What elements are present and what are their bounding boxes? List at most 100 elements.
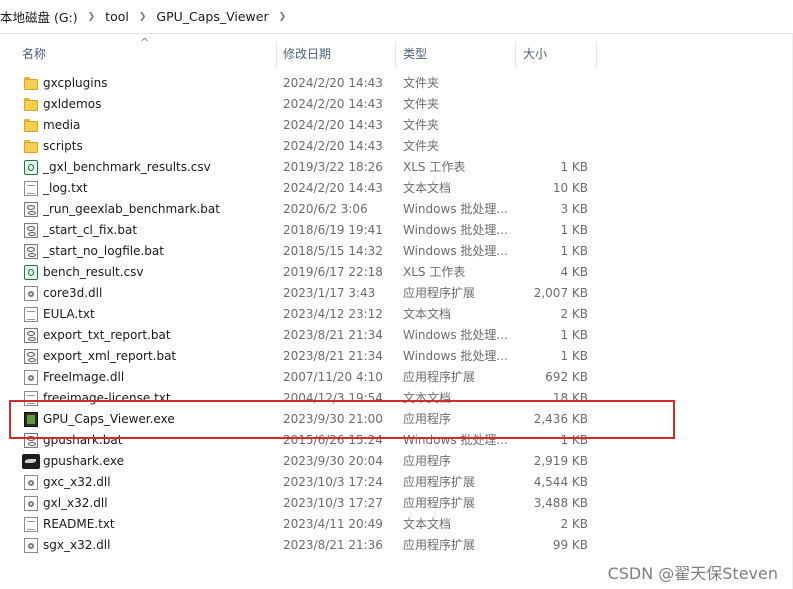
file-type: 文件夹 [403,76,440,90]
file-modified-date: 2018/5/15 14:32 [283,244,383,258]
folder-icon [24,76,38,91]
file-modified-date: 2018/6/19 19:41 [283,223,383,237]
file-type: 应用程序 [403,454,452,468]
file-row[interactable]: media 2024/2/20 14:43 文件夹 [0,115,620,136]
file-name: gpushark.exe [43,454,125,468]
file-type: 文本文档 [403,517,452,531]
column-header-size[interactable]: 大小 [523,42,547,66]
file-modified-date: 2015/6/26 15:24 [283,433,383,447]
file-row[interactable]: EULA.txt 2023/4/12 23:12 文本文档 2 KB [0,304,620,325]
file-modified-date: 2023/8/21 21:36 [283,538,383,552]
file-row[interactable]: gpushark.bat 2015/6/26 15:24 Windows 批处理..… [0,430,620,451]
file-name: bench_result.csv [43,265,144,279]
file-name: gxcplugins [43,76,108,90]
file-row[interactable]: _start_cl_fix.bat 2018/6/19 19:41 Windows … [0,220,620,241]
file-row[interactable]: _gxl_benchmark_results.csv 2019/3/22 18:2… [0,157,620,178]
file-row[interactable]: export_txt_report.bat 2023/8/21 21:34 Wind… [0,325,620,346]
file-type: 文件夹 [403,118,440,132]
column-divider[interactable] [395,42,396,68]
dll-file-icon [24,538,38,553]
file-name: _start_cl_fix.bat [43,223,138,237]
dll-file-icon [24,496,38,511]
file-type: 应用程序扩展 [403,538,476,552]
file-size: 2 KB [560,517,588,531]
file-name: FreeImage.dll [43,370,125,384]
file-modified-date: 2024/2/20 14:43 [283,139,383,153]
file-type: 文本文档 [403,307,452,321]
file-type: XLS 工作表 [403,160,466,174]
file-row[interactable]: README.txt 2023/4/11 20:49 文本文档 2 KB [0,514,620,535]
file-row[interactable]: export_xml_report.bat 2023/8/21 21:34 Wind… [0,346,620,367]
chevron-right-icon[interactable]: ❯ [133,12,153,22]
file-type: Windows 批处理... [403,433,508,447]
file-size [520,136,588,157]
gpu-caps-app-icon [24,412,38,427]
file-modified-date: 2023/4/12 23:12 [283,307,383,321]
address-bar[interactable]: 本地磁盘 (G:) ❯ tool ❯ GPU_Caps_Viewer ❯ [0,0,793,34]
column-divider[interactable] [596,42,597,68]
file-row[interactable]: core3d.dll 2023/1/17 3:43 应用程序扩展 2,007 KB [0,283,620,304]
file-modified-date: 2024/2/20 14:43 [283,181,383,195]
folder-icon [24,97,38,112]
batch-file-icon [24,349,38,364]
column-header-name[interactable]: 名称 [22,42,46,66]
chevron-right-icon[interactable]: ❯ [273,12,293,22]
file-name: GPU_Caps_Viewer.exe [43,412,175,426]
file-row[interactable]: sgx_x32.dll 2023/8/21 21:36 应用程序扩展 99 KB [0,535,620,556]
file-size: 1 KB [560,349,588,363]
file-row[interactable]: bench_result.csv 2019/6/17 22:18 XLS 工作表 4 … [0,262,620,283]
batch-file-icon [24,244,38,259]
file-row[interactable]: _start_no_logfile.bat 2018/5/15 14:32 Wind… [0,241,620,262]
breadcrumb-current-folder[interactable]: GPU_Caps_Viewer [152,9,272,24]
file-row[interactable]: gxl_x32.dll 2023/10/3 17:27 应用程序扩展 3,488 KB [0,493,620,514]
file-size: 3,488 KB [533,496,588,510]
column-divider[interactable] [515,42,516,68]
file-row[interactable]: gxc_x32.dll 2023/10/3 17:24 应用程序扩展 4,544 KB [0,472,620,493]
file-type: Windows 批处理... [403,202,508,216]
breadcrumb-tool[interactable]: tool [101,9,133,24]
file-row[interactable]: gpushark.exe 2023/9/30 20:04 应用程序 2,919 KB [0,451,620,472]
file-row[interactable]: scripts 2024/2/20 14:43 文件夹 [0,136,620,157]
file-row[interactable]: gxcplugins 2024/2/20 14:43 文件夹 [0,73,620,94]
column-header-row: 名称 修改日期 类型 大小 [0,42,620,68]
file-size: 2,007 KB [533,286,588,300]
file-name: media [43,118,81,132]
file-modified-date: 2024/2/20 14:43 [283,97,383,111]
file-size [520,115,588,136]
file-row[interactable]: _log.txt 2024/2/20 14:43 文本文档 10 KB [0,178,620,199]
text-file-icon [24,391,38,406]
breadcrumb-drive[interactable]: 本地磁盘 (G:) [0,7,82,26]
file-modified-date: 2023/8/21 21:34 [283,349,383,363]
file-name: sgx_x32.dll [43,538,111,552]
file-type: 应用程序扩展 [403,496,476,510]
file-modified-date: 2024/2/20 14:43 [283,118,383,132]
file-name: core3d.dll [43,286,103,300]
file-row[interactable]: GPU_Caps_Viewer.exe 2023/9/30 21:00 应用程序 2,… [0,409,620,430]
batch-file-icon [24,202,38,217]
file-modified-date: 2023/1/17 3:43 [283,286,376,300]
file-size: 1 KB [560,433,588,447]
file-size: 18 KB [552,391,588,405]
file-row[interactable]: FreeImage.dll 2007/11/20 4:10 应用程序扩展 692 KB [0,367,620,388]
file-row[interactable]: gxldemos 2024/2/20 14:43 文件夹 [0,94,620,115]
chevron-right-icon[interactable]: ❯ [82,12,102,22]
file-size: 692 KB [545,370,588,384]
column-header-type[interactable]: 类型 [403,42,427,66]
batch-file-icon [24,223,38,238]
file-size: 3 KB [560,202,588,216]
file-row[interactable]: freeimage-license.txt 2004/12/3 19:54 文本文档… [0,388,620,409]
file-row[interactable]: _run_geexlab_benchmark.bat 2020/6/2 3:06 W… [0,199,620,220]
file-name: gxldemos [43,97,102,111]
file-name: freeimage-license.txt [43,391,171,405]
file-type: 文件夹 [403,139,440,153]
file-name: export_xml_report.bat [43,349,177,363]
column-divider[interactable] [276,42,277,68]
file-name: _start_no_logfile.bat [43,244,164,258]
file-name: gxl_x32.dll [43,496,108,510]
file-size: 1 KB [560,328,588,342]
folder-icon [24,139,38,154]
file-size: 1 KB [560,160,588,174]
text-file-icon [24,181,38,196]
file-size: 99 KB [552,538,588,552]
column-header-date[interactable]: 修改日期 [283,42,331,66]
